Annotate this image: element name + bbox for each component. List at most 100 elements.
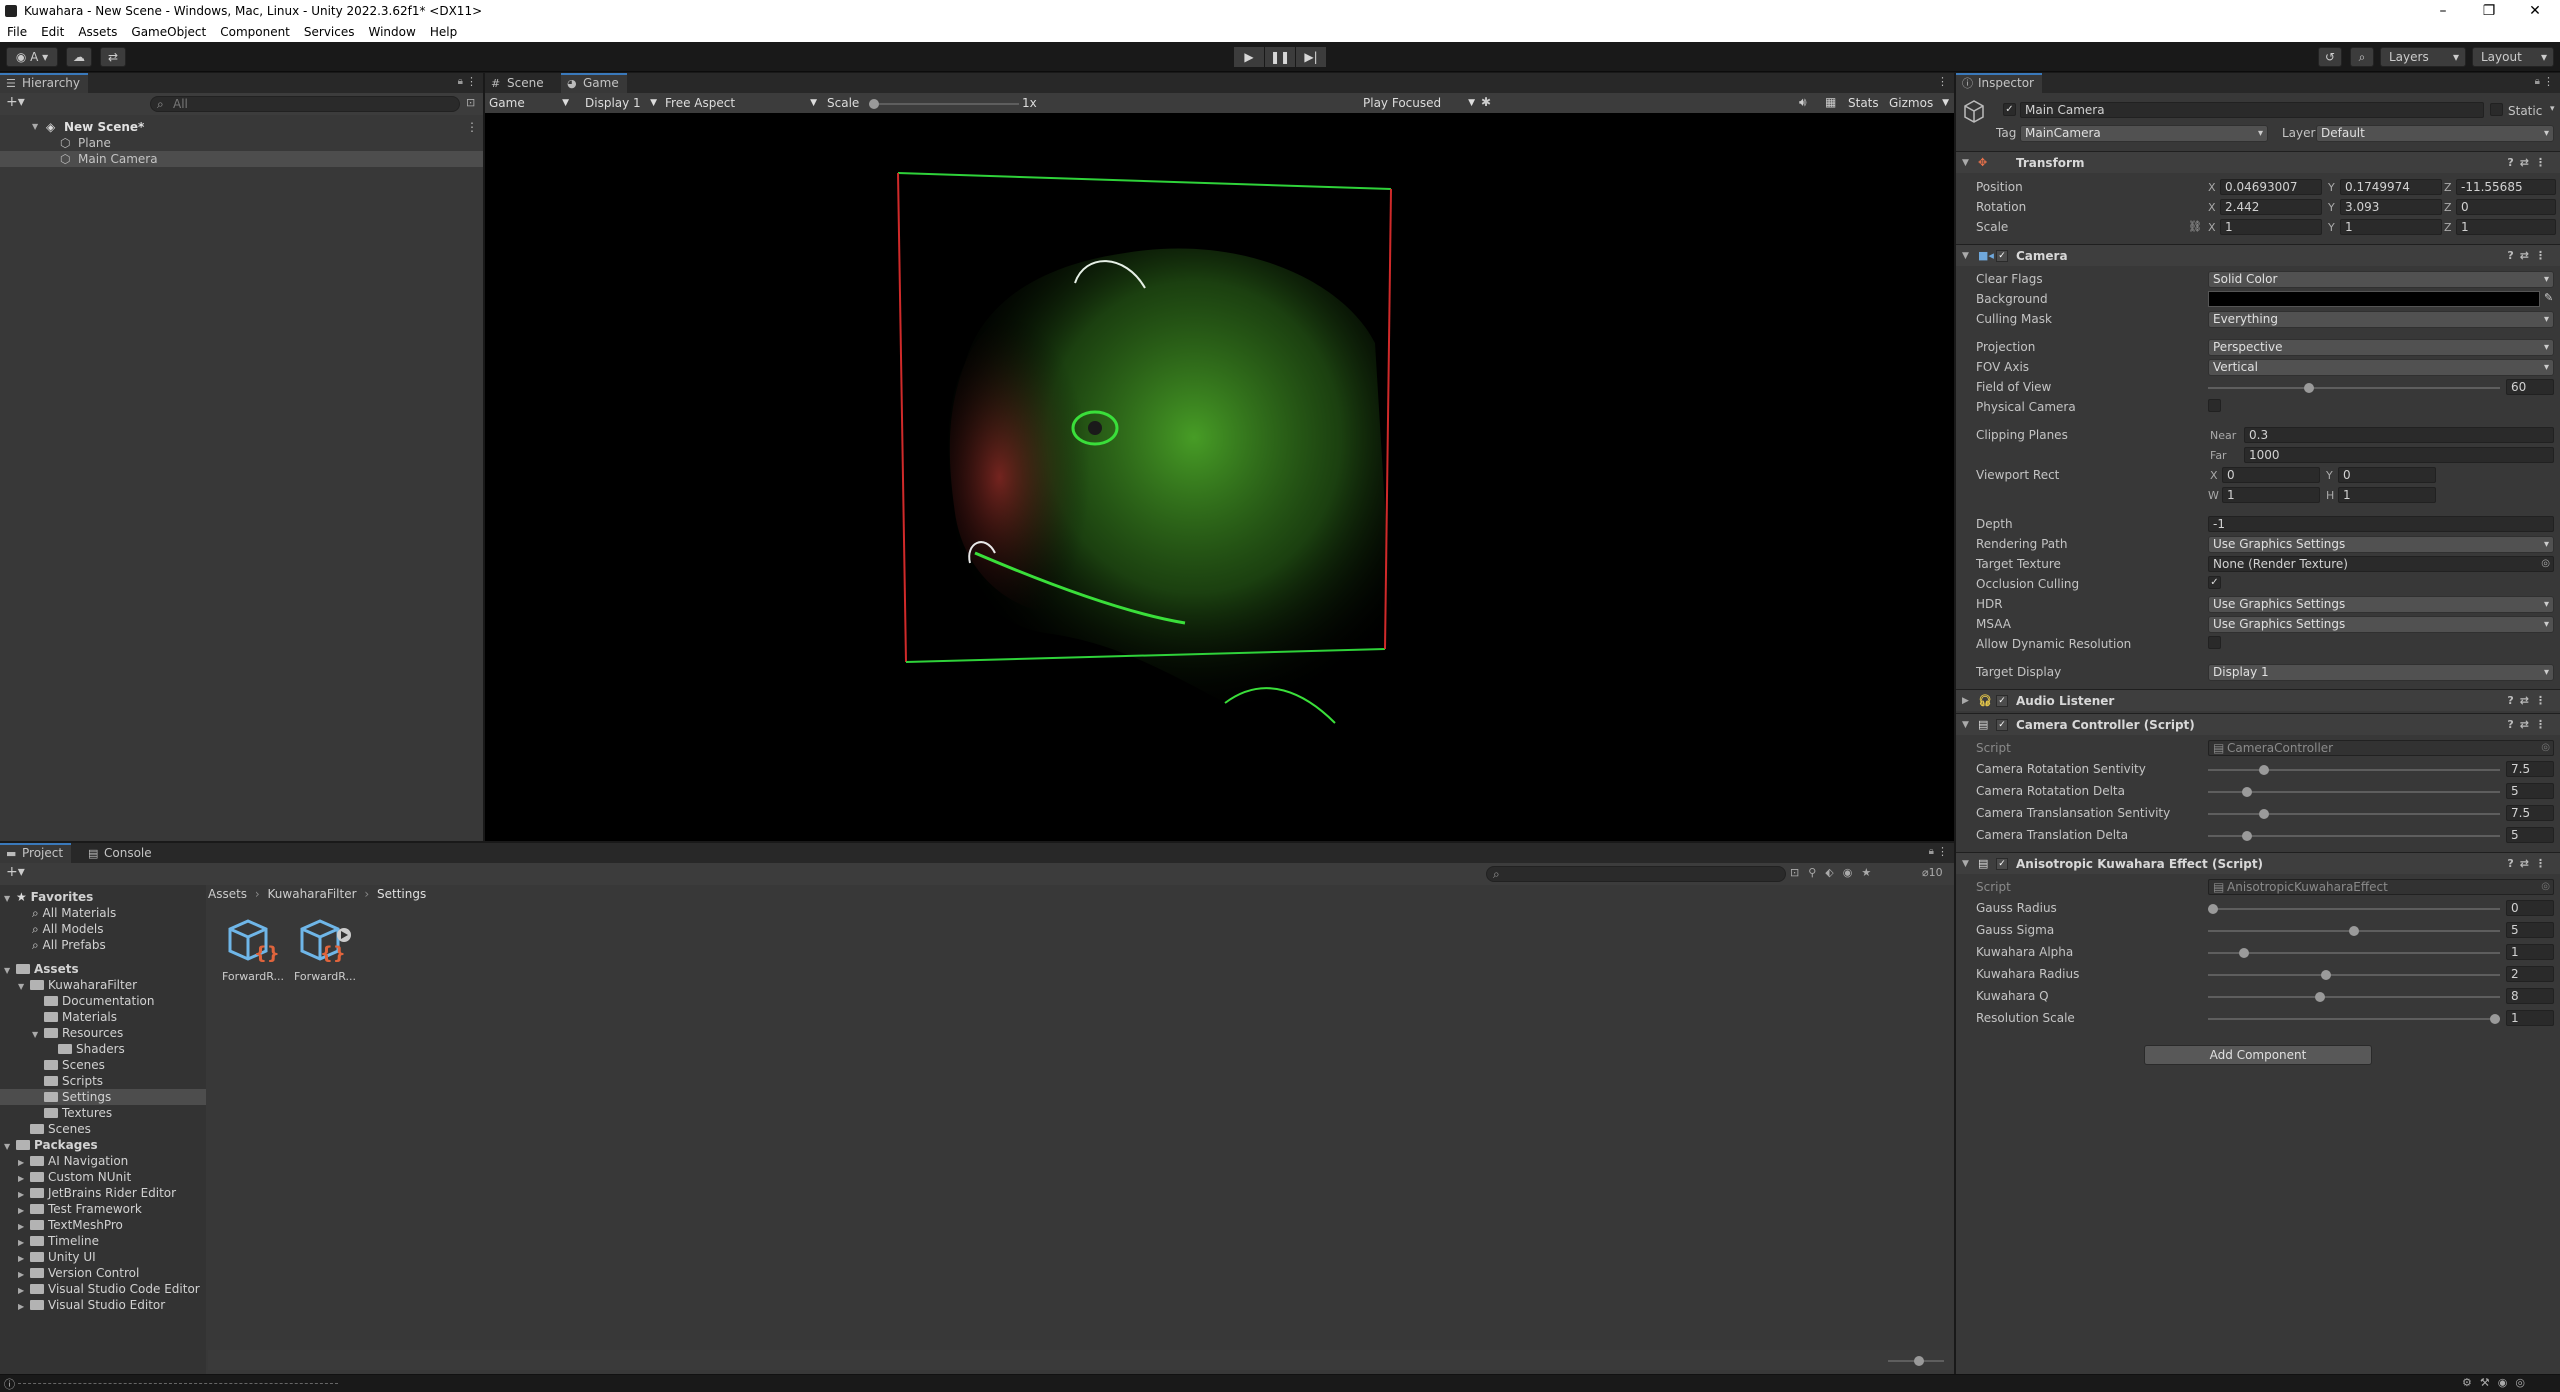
- add-icon[interactable]: +▾: [6, 94, 25, 110]
- kuwahara-field-value[interactable]: 1: [2506, 944, 2554, 960]
- menu-help[interactable]: Help: [423, 22, 464, 42]
- camera-controller-field-slider[interactable]: [2208, 765, 2500, 775]
- maximize-button[interactable]: ❐: [2466, 0, 2512, 22]
- stats-button[interactable]: Stats: [1848, 95, 1879, 111]
- camera-controller-field-value[interactable]: 7.5: [2506, 805, 2554, 821]
- package-item[interactable]: ▶ Timeline: [18, 1233, 99, 1249]
- tab-hierarchy[interactable]: ☰ Hierarchy: [0, 73, 89, 93]
- hierarchy-search-input[interactable]: ⌕ All: [150, 96, 460, 112]
- scale-z[interactable]: 1: [2456, 219, 2556, 235]
- close-button[interactable]: ✕: [2512, 0, 2558, 22]
- physical-camera-checkbox[interactable]: [2208, 399, 2221, 412]
- layer-dropdown[interactable]: Default: [2316, 125, 2554, 142]
- slider-knob[interactable]: [1914, 1356, 1924, 1366]
- hdr-dropdown[interactable]: Use Graphics Settings: [2208, 596, 2554, 613]
- component-enabled-checkbox[interactable]: ✓: [1996, 695, 2008, 707]
- filter-icons[interactable]: ⊡⚲⬖◉★: [1790, 866, 1880, 879]
- folder-item[interactable]: ▼ Resources: [32, 1025, 123, 1041]
- component-actions-icons[interactable]: ?⇄⋮: [2507, 714, 2552, 736]
- slider-knob[interactable]: [2349, 926, 2359, 936]
- menu-gameobject[interactable]: GameObject: [124, 22, 213, 42]
- camera-controller-field-value[interactable]: 7.5: [2506, 761, 2554, 777]
- more-icon[interactable]: ⋮: [466, 75, 477, 88]
- scale-y[interactable]: 1: [2340, 219, 2442, 235]
- component-actions-icons[interactable]: ?⇄⋮: [2507, 245, 2552, 267]
- account-button[interactable]: ◉ A ▾: [6, 47, 58, 67]
- camera-controller-field-slider[interactable]: [2208, 809, 2500, 819]
- pause-button[interactable]: ❚❚: [1265, 47, 1295, 67]
- add-icon[interactable]: +▾: [6, 864, 25, 880]
- target-texture-field[interactable]: None (Render Texture) ◎: [2208, 556, 2554, 572]
- more-icon[interactable]: ⋮: [2543, 75, 2554, 88]
- assets-node[interactable]: ▼ Assets: [4, 961, 79, 977]
- menu-component[interactable]: Component: [213, 22, 297, 42]
- component-actions-icons[interactable]: ?⇄⋮: [2507, 690, 2552, 712]
- breadcrumb-item[interactable]: KuwaharaFilter: [268, 887, 357, 901]
- tab-project[interactable]: ▬ Project: [0, 843, 72, 863]
- position-z[interactable]: -11.55685: [2456, 179, 2556, 195]
- menu-file[interactable]: File: [0, 22, 34, 42]
- component-enabled-checkbox[interactable]: ✓: [1996, 719, 2008, 731]
- lock-icon[interactable]: 🔒︎: [458, 76, 463, 87]
- bug-icon[interactable]: ✱: [1481, 95, 1491, 109]
- aspect-dropdown[interactable]: Free Aspect ▼: [665, 95, 817, 111]
- dynamic-resolution-checkbox[interactable]: [2208, 636, 2221, 649]
- packages-node[interactable]: ▼ Packages: [4, 1137, 98, 1153]
- slider-knob[interactable]: [2304, 383, 2314, 393]
- component-enabled-checkbox[interactable]: ✓: [1996, 250, 2008, 262]
- slider-knob[interactable]: [2208, 904, 2218, 914]
- tab-inspector[interactable]: ⓘ Inspector: [1956, 73, 2042, 93]
- kuwahara-field-slider[interactable]: [2208, 970, 2500, 980]
- kuwahara-field-value[interactable]: 5: [2506, 922, 2554, 938]
- expand-icon[interactable]: ▼: [1962, 853, 1969, 875]
- layers-dropdown[interactable]: Layers ▾: [2380, 47, 2466, 67]
- favorite-item[interactable]: ⌕ All Models: [32, 921, 104, 937]
- lock-icon[interactable]: 🔒︎: [1929, 846, 1934, 857]
- expand-icon[interactable]: ▼: [32, 119, 38, 135]
- active-checkbox[interactable]: ✓: [2003, 103, 2016, 116]
- component-actions-icons[interactable]: ?⇄⋮: [2507, 152, 2552, 174]
- package-item[interactable]: ▶ Visual Studio Editor: [18, 1297, 165, 1313]
- folder-item[interactable]: Scenes: [44, 1057, 105, 1073]
- background-color-field[interactable]: [2208, 291, 2540, 307]
- package-item[interactable]: ▶ AI Navigation: [18, 1153, 128, 1169]
- position-x[interactable]: 0.04693007: [2220, 179, 2322, 195]
- package-item[interactable]: ▶ Visual Studio Code Editor: [18, 1281, 200, 1297]
- occlusion-culling-checkbox[interactable]: ✓: [2208, 576, 2221, 589]
- layout-dropdown[interactable]: Layout ▾: [2472, 47, 2554, 67]
- kuwahara-field-value[interactable]: 8: [2506, 988, 2554, 1004]
- rendering-path-dropdown[interactable]: Use Graphics Settings: [2208, 536, 2554, 553]
- aspect-icon[interactable]: ▦: [1825, 95, 1836, 109]
- tab-console[interactable]: ▤ Console: [82, 843, 160, 863]
- tag-dropdown[interactable]: MainCamera: [2020, 125, 2268, 142]
- component-enabled-checkbox[interactable]: ✓: [1996, 858, 2008, 870]
- clear-flags-dropdown[interactable]: Solid Color: [2208, 271, 2554, 288]
- kuwahara-header[interactable]: ▼ ▤ ✓ Anisotropic Kuwahara Effect (Scrip…: [1956, 852, 2560, 874]
- folder-item[interactable]: Scripts: [44, 1073, 103, 1089]
- position-y[interactable]: 0.1749974: [2340, 179, 2442, 195]
- add-component-button[interactable]: Add Component: [2144, 1045, 2372, 1065]
- target-display-dropdown[interactable]: Display 1: [2208, 664, 2554, 681]
- slider-knob[interactable]: [2259, 765, 2269, 775]
- favorite-item[interactable]: ⌕ All Materials: [32, 905, 116, 921]
- audio-icon[interactable]: 🔊︎: [1799, 95, 1807, 110]
- lock-icon[interactable]: 🔒︎: [2535, 76, 2540, 87]
- viewport-w[interactable]: 1: [2222, 487, 2320, 503]
- hierarchy-item[interactable]: ⬡ Plane: [0, 135, 483, 151]
- gizmos-dropdown[interactable]: Gizmos ▼: [1889, 95, 1949, 111]
- link-icon[interactable]: ⛓: [2188, 220, 2202, 233]
- game-view[interactable]: [485, 113, 1954, 841]
- fov-slider[interactable]: [2208, 383, 2500, 393]
- expand-icon[interactable]: ▼: [1962, 152, 1969, 174]
- kuwahara-field-slider[interactable]: [2208, 992, 2500, 1002]
- hierarchy-item-selected[interactable]: ⬡ Main Camera: [0, 151, 483, 167]
- game-mode-dropdown[interactable]: Game ▼: [489, 95, 573, 111]
- info-icon[interactable]: ⓘ: [4, 1376, 15, 1392]
- kuwahara-field-slider[interactable]: [2208, 926, 2500, 936]
- audio-listener-header[interactable]: ▶ 🎧︎ ✓ Audio Listener ?⇄⋮: [1956, 689, 2560, 711]
- scale-x[interactable]: 1: [2220, 219, 2322, 235]
- minimize-button[interactable]: –: [2420, 0, 2466, 22]
- slider-knob[interactable]: [869, 99, 879, 109]
- kuwahara-field-slider[interactable]: [2208, 948, 2500, 958]
- package-item[interactable]: ▶ Unity UI: [18, 1249, 96, 1265]
